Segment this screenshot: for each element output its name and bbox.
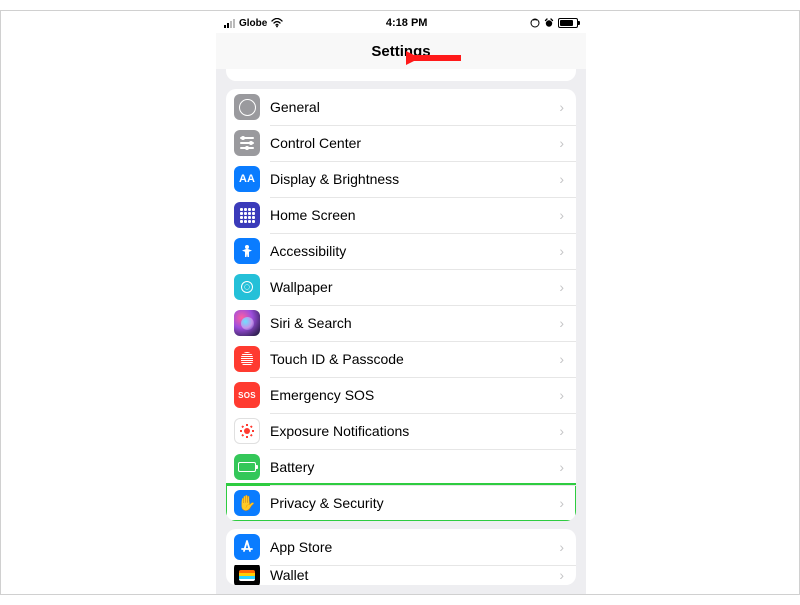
wallet-icon [234, 565, 260, 585]
settings-group-apps: App Store › Wallet › [226, 529, 576, 585]
row-label: General [270, 99, 559, 115]
row-privacy-security[interactable]: ✋ Privacy & Security › [226, 485, 576, 521]
display-icon: AA [234, 166, 260, 192]
settings-group-main: General › Control Center › AA Display & … [226, 89, 576, 521]
chevron-right-icon: › [559, 351, 564, 367]
status-right [530, 18, 578, 28]
chevron-right-icon: › [559, 99, 564, 115]
control-center-icon [234, 130, 260, 156]
row-label: Control Center [270, 135, 559, 151]
signal-icon [224, 19, 235, 28]
chevron-right-icon: › [559, 315, 564, 331]
app-store-icon [234, 534, 260, 560]
alarm-icon [544, 18, 554, 28]
carrier-label: Globe [239, 18, 267, 29]
accessibility-icon [234, 238, 260, 264]
row-app-store[interactable]: App Store › [226, 529, 576, 565]
row-label: Accessibility [270, 243, 559, 259]
row-label: Battery [270, 459, 559, 475]
orientation-lock-icon [530, 18, 540, 28]
row-battery[interactable]: Battery › [226, 449, 576, 485]
row-touch-id[interactable]: Touch ID & Passcode › [226, 341, 576, 377]
row-label: Emergency SOS [270, 387, 559, 403]
chevron-right-icon: › [559, 423, 564, 439]
wallpaper-icon [234, 274, 260, 300]
row-label: Exposure Notifications [270, 423, 559, 439]
row-wallpaper[interactable]: Wallpaper › [226, 269, 576, 305]
wifi-icon [271, 18, 283, 28]
row-display[interactable]: AA Display & Brightness › [226, 161, 576, 197]
row-label: Wallet [270, 567, 559, 583]
clock: 4:18 PM [386, 17, 428, 29]
row-home-screen[interactable]: Home Screen › [226, 197, 576, 233]
outer-frame: Globe 4:18 PM Settings Gener [0, 10, 800, 595]
row-exposure[interactable]: Exposure Notifications › [226, 413, 576, 449]
nav-bar: Settings [216, 33, 586, 70]
row-accessibility[interactable]: Accessibility › [226, 233, 576, 269]
fingerprint-icon [234, 346, 260, 372]
exposure-icon [234, 418, 260, 444]
phone-screen: Globe 4:18 PM Settings Gener [216, 11, 586, 594]
chevron-right-icon: › [559, 459, 564, 475]
row-label: Display & Brightness [270, 171, 559, 187]
chevron-right-icon: › [559, 243, 564, 259]
status-bar: Globe 4:18 PM [216, 11, 586, 33]
row-label: Touch ID & Passcode [270, 351, 559, 367]
chevron-right-icon: › [559, 135, 564, 151]
row-wallet[interactable]: Wallet › [226, 565, 576, 585]
battery-row-icon [234, 454, 260, 480]
row-label: Privacy & Security [270, 495, 559, 511]
status-left: Globe [224, 18, 283, 29]
row-siri[interactable]: Siri & Search › [226, 305, 576, 341]
row-label: App Store [270, 539, 559, 555]
chevron-right-icon: › [559, 567, 564, 583]
settings-group-top [226, 69, 576, 81]
row-control-center[interactable]: Control Center › [226, 125, 576, 161]
chevron-right-icon: › [559, 387, 564, 403]
sos-icon: SOS [234, 382, 260, 408]
page-title: Settings [371, 43, 430, 60]
chevron-right-icon: › [559, 495, 564, 511]
row-general[interactable]: General › [226, 89, 576, 125]
siri-icon [234, 310, 260, 336]
chevron-right-icon: › [559, 539, 564, 555]
row-label: Home Screen [270, 207, 559, 223]
chevron-right-icon: › [559, 171, 564, 187]
home-screen-icon [234, 202, 260, 228]
chevron-right-icon: › [559, 279, 564, 295]
settings-scroll[interactable]: General › Control Center › AA Display & … [216, 69, 586, 594]
privacy-icon: ✋ [234, 490, 260, 516]
general-icon [234, 94, 260, 120]
row-label: Wallpaper [270, 279, 559, 295]
battery-icon [558, 18, 578, 28]
row-label: Siri & Search [270, 315, 559, 331]
chevron-right-icon: › [559, 207, 564, 223]
row-emergency-sos[interactable]: SOS Emergency SOS › [226, 377, 576, 413]
